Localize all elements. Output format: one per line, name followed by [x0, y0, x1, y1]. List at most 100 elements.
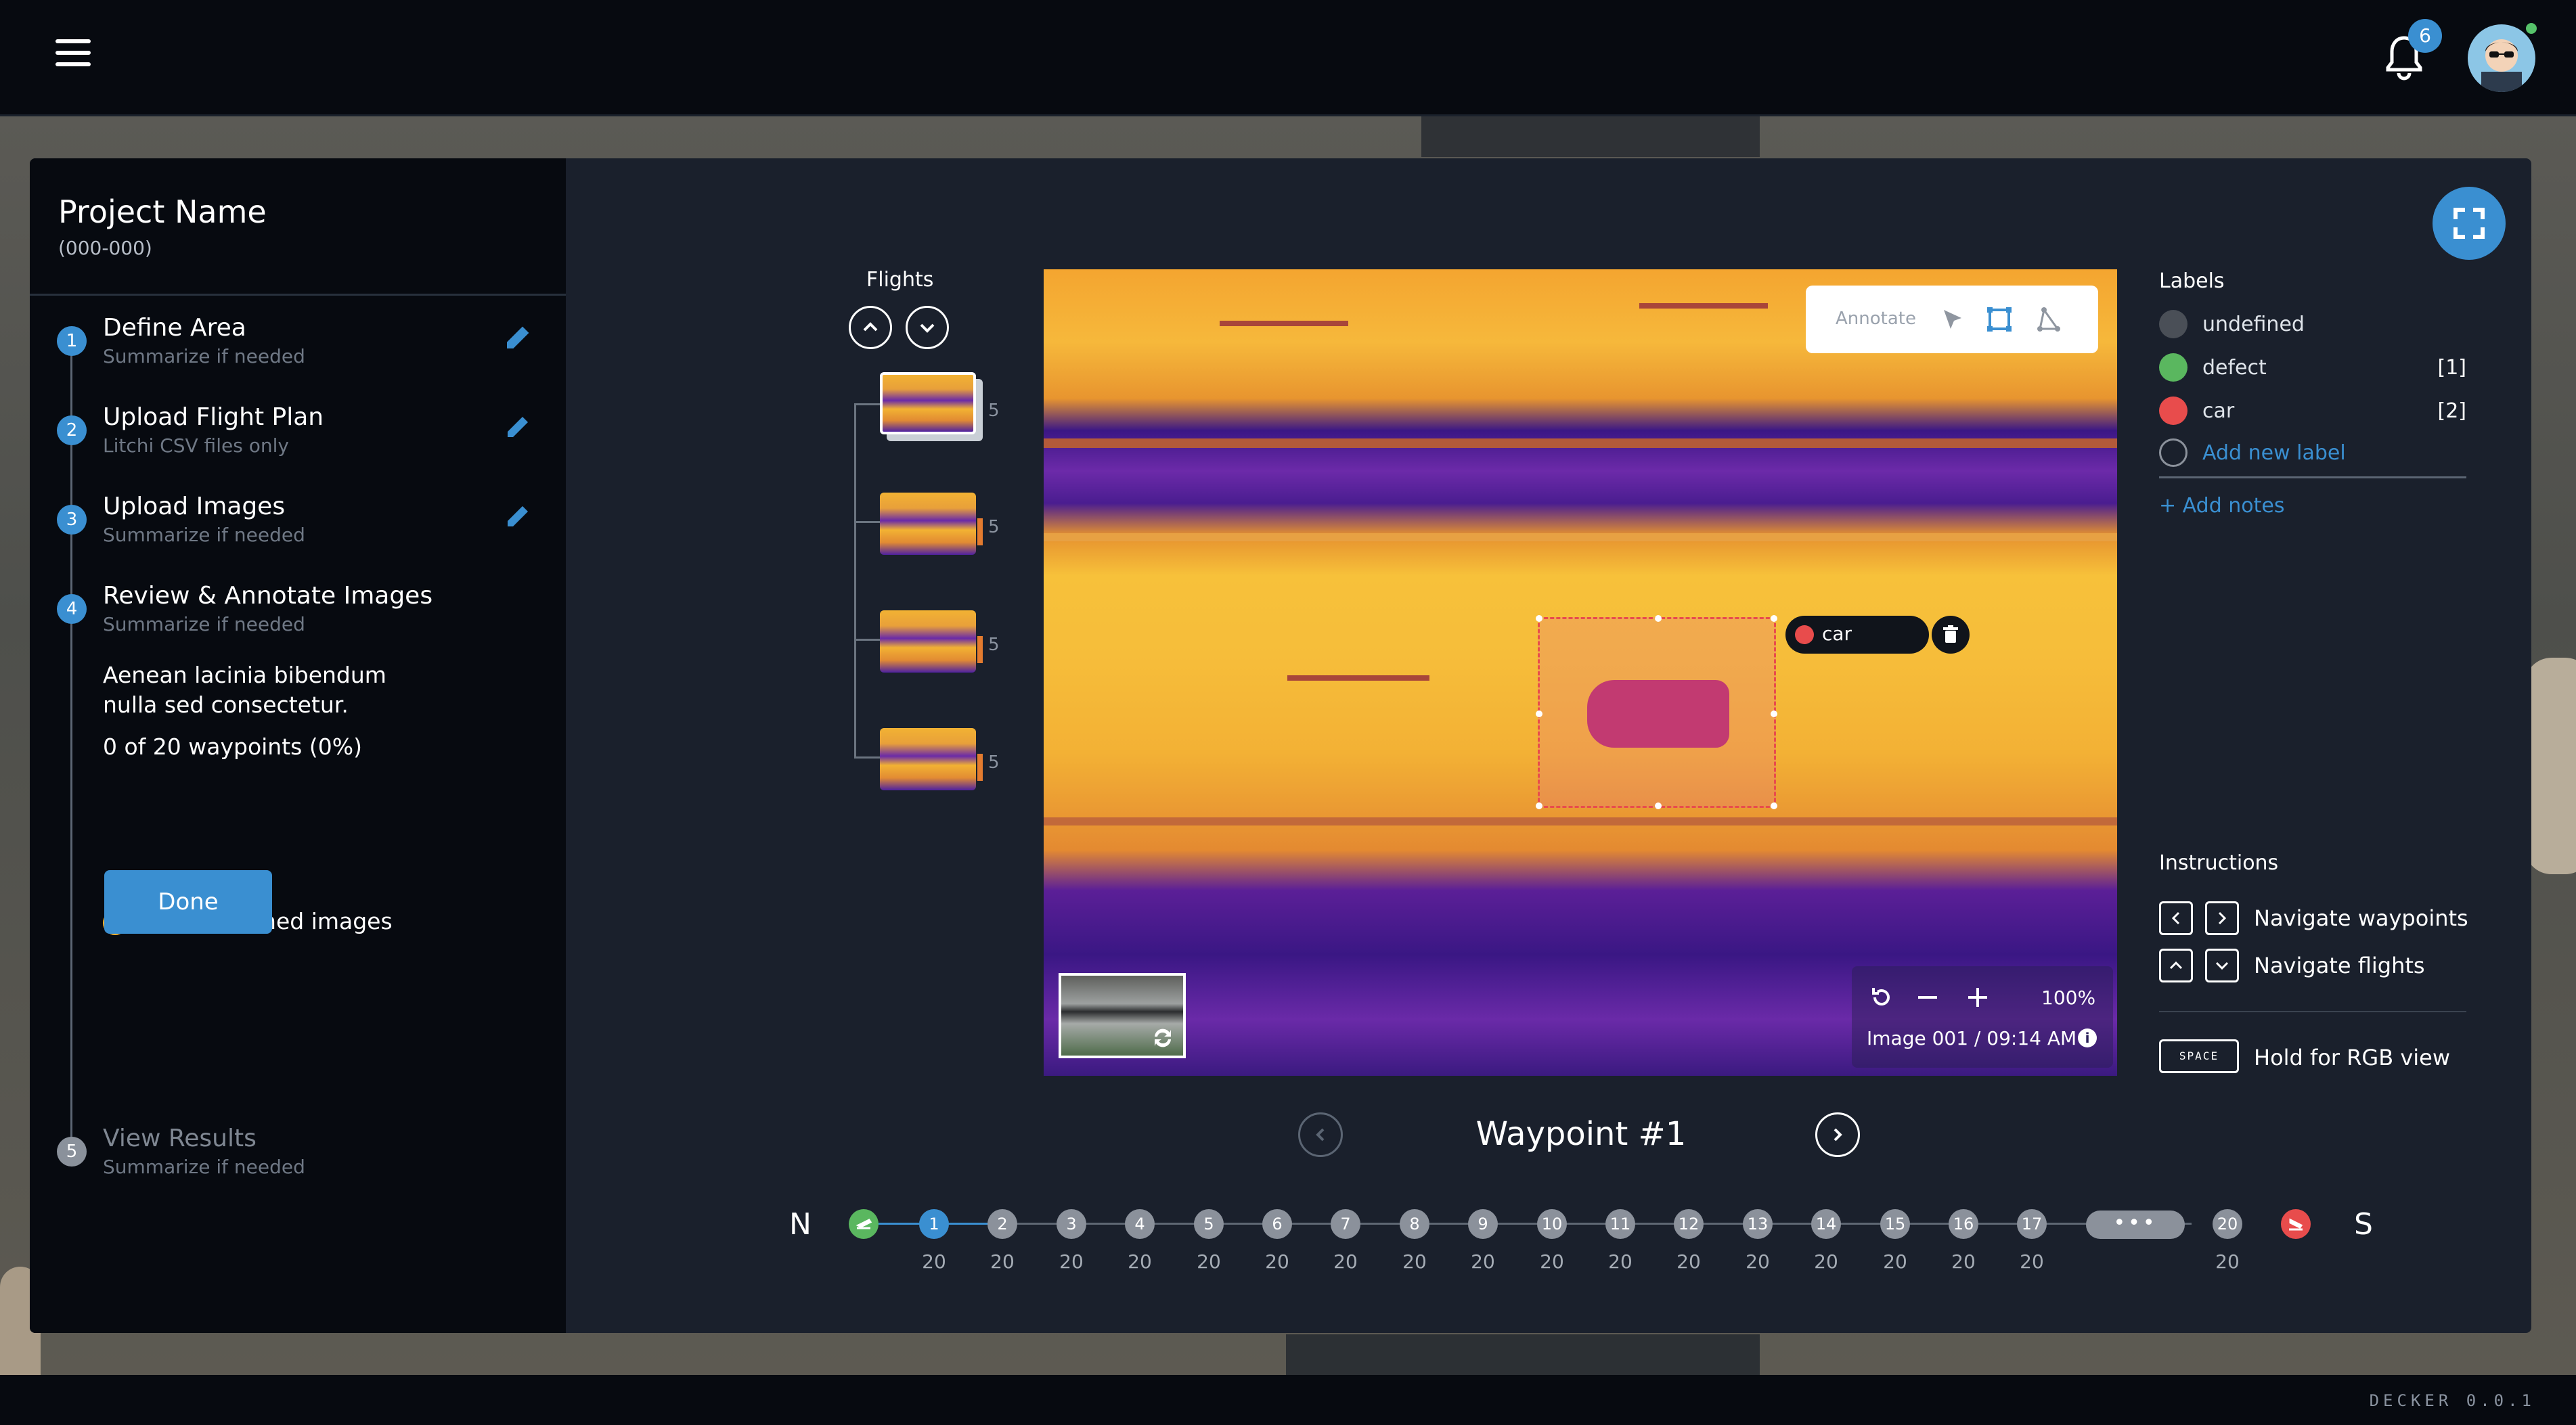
step-2-number: 2: [57, 415, 87, 445]
next-waypoint-button[interactable]: [1815, 1112, 1860, 1157]
waypoint-17[interactable]: 17: [2017, 1209, 2047, 1239]
edit-icon[interactable]: [504, 322, 533, 352]
add-new-label[interactable]: Add new label: [2159, 436, 2466, 468]
bounding-box-icon[interactable]: [1984, 304, 2014, 334]
labels-divider: [2159, 476, 2466, 478]
step-3-subtitle: Summarize if needed: [103, 524, 305, 546]
waypoint-4[interactable]: 4: [1125, 1209, 1155, 1239]
flight-down-button[interactable]: [906, 306, 949, 349]
add-label-circle: [2159, 438, 2188, 467]
edit-icon[interactable]: [504, 501, 533, 530]
reset-rotate-icon[interactable]: [1864, 980, 1899, 1015]
resize-handle[interactable]: [1536, 615, 1542, 622]
waypoint-11[interactable]: 11: [1605, 1209, 1635, 1239]
step-5-subtitle: Summarize if needed: [103, 1156, 305, 1178]
add-notes-link[interactable]: + Add notes: [2159, 494, 2285, 518]
label-color-dot: [2159, 353, 2188, 382]
waypoint-20[interactable]: 20: [2213, 1209, 2242, 1239]
label-name: car: [2202, 399, 2235, 423]
label-count: [2]: [2437, 399, 2467, 423]
waypoint-5[interactable]: 5: [1194, 1209, 1224, 1239]
waypoint-2-count: 20: [990, 1250, 1015, 1273]
waypoint-10-count: 20: [1540, 1250, 1564, 1273]
road-mark: [1287, 675, 1429, 681]
swap-icon: [1155, 1028, 1171, 1047]
waypoint-4-count: 20: [1128, 1250, 1152, 1273]
step-2-subtitle: Litchi CSV files only: [103, 434, 289, 457]
chevron-left-icon: [1316, 1128, 1325, 1141]
waypoint-9[interactable]: 9: [1468, 1209, 1498, 1239]
landing-waypoint[interactable]: [2281, 1209, 2311, 1239]
waypoint-7[interactable]: 7: [1331, 1209, 1360, 1239]
takeoff-waypoint[interactable]: [849, 1209, 879, 1239]
info-icon[interactable]: i: [2078, 1028, 2097, 1047]
waypoint-title: Waypoint #1: [1475, 1115, 1687, 1153]
resize-handle[interactable]: [1655, 802, 1662, 809]
step-4-title[interactable]: Review & Annotate Images: [103, 582, 432, 610]
previous-waypoint-button[interactable]: [1298, 1112, 1343, 1157]
resize-handle[interactable]: [1655, 615, 1662, 622]
label-car[interactable]: car [2]: [2159, 394, 2466, 426]
waypoint-15[interactable]: 15: [1880, 1209, 1910, 1239]
resize-handle[interactable]: [1771, 615, 1777, 622]
road-mark: [1639, 303, 1768, 309]
done-button[interactable]: Done: [104, 870, 272, 934]
annotation-label-tag[interactable]: car: [1785, 616, 1929, 654]
flight-marker: [977, 754, 983, 781]
waypoint-3[interactable]: 3: [1057, 1209, 1086, 1239]
avatar[interactable]: [2468, 24, 2535, 92]
waypoint-1-count: 20: [922, 1250, 946, 1273]
step-2-title[interactable]: Upload Flight Plan: [103, 403, 324, 431]
label-color-dot: [2159, 397, 2188, 425]
instructions-header: Instructions: [2159, 851, 2279, 875]
review-description-line2: nulla sed consectetur.: [103, 692, 349, 718]
guardrail: [1044, 817, 2117, 825]
waypoint-12[interactable]: 12: [1674, 1209, 1704, 1239]
label-defect[interactable]: defect [1]: [2159, 350, 2466, 383]
zoom-out-icon[interactable]: [1910, 980, 1945, 1015]
waypoint-11-count: 20: [1608, 1250, 1633, 1273]
resize-handle[interactable]: [1771, 802, 1777, 809]
car-object: [1587, 680, 1729, 748]
waypoint-13[interactable]: 13: [1743, 1209, 1773, 1239]
waypoint-3-count: 20: [1059, 1250, 1084, 1273]
flight-thumb-1[interactable]: [880, 372, 976, 434]
waypoint-14[interactable]: 14: [1811, 1209, 1841, 1239]
step-5-title[interactable]: View Results: [103, 1125, 257, 1152]
flight-thumb-2[interactable]: [880, 493, 976, 555]
waypoint-1[interactable]: 1: [919, 1209, 949, 1239]
step-4-number: 4: [57, 594, 87, 624]
waypoint-10[interactable]: 10: [1537, 1209, 1567, 1239]
waypoint-8[interactable]: 8: [1400, 1209, 1429, 1239]
chevron-up-icon: [863, 322, 878, 332]
annotation-label-text: car: [1822, 623, 1852, 645]
waypoint-16[interactable]: 16: [1949, 1209, 1978, 1239]
flight-thumb-4[interactable]: [880, 728, 976, 790]
flight-up-button[interactable]: [849, 306, 892, 349]
waypoint-6[interactable]: 6: [1262, 1209, 1292, 1239]
more-waypoints-button[interactable]: •••: [2086, 1211, 2185, 1239]
resize-handle[interactable]: [1771, 710, 1777, 717]
label-undefined[interactable]: undefined: [2159, 307, 2466, 340]
zoom-in-icon[interactable]: [1960, 980, 1995, 1015]
edit-icon[interactable]: [504, 411, 533, 441]
thermal-image-viewer[interactable]: Annotate car 100% Image 001 / 09:14 AM i: [1044, 269, 2117, 1076]
polygon-icon[interactable]: [2035, 304, 2064, 334]
pointer-icon[interactable]: [1937, 304, 1967, 334]
step-1-number: 1: [57, 326, 87, 356]
annotate-label: Annotate: [1836, 309, 1916, 329]
resize-handle[interactable]: [1536, 710, 1542, 717]
step-1-title[interactable]: Define Area: [103, 314, 246, 342]
resize-handle[interactable]: [1536, 802, 1542, 809]
fullscreen-button[interactable]: [2433, 187, 2506, 260]
delete-annotation-button[interactable]: [1932, 616, 1970, 654]
flight-thumb-3[interactable]: [880, 610, 976, 673]
menu-icon[interactable]: [55, 39, 91, 66]
sidebar-divider: [30, 294, 566, 296]
label-name: defect: [2202, 356, 2267, 380]
fullscreen-icon: [2453, 208, 2485, 239]
annotation-bounding-box[interactable]: [1536, 615, 1777, 809]
rgb-preview-thumbnail[interactable]: [1059, 973, 1186, 1058]
step-3-title[interactable]: Upload Images: [103, 493, 285, 520]
waypoint-2[interactable]: 2: [987, 1209, 1017, 1239]
